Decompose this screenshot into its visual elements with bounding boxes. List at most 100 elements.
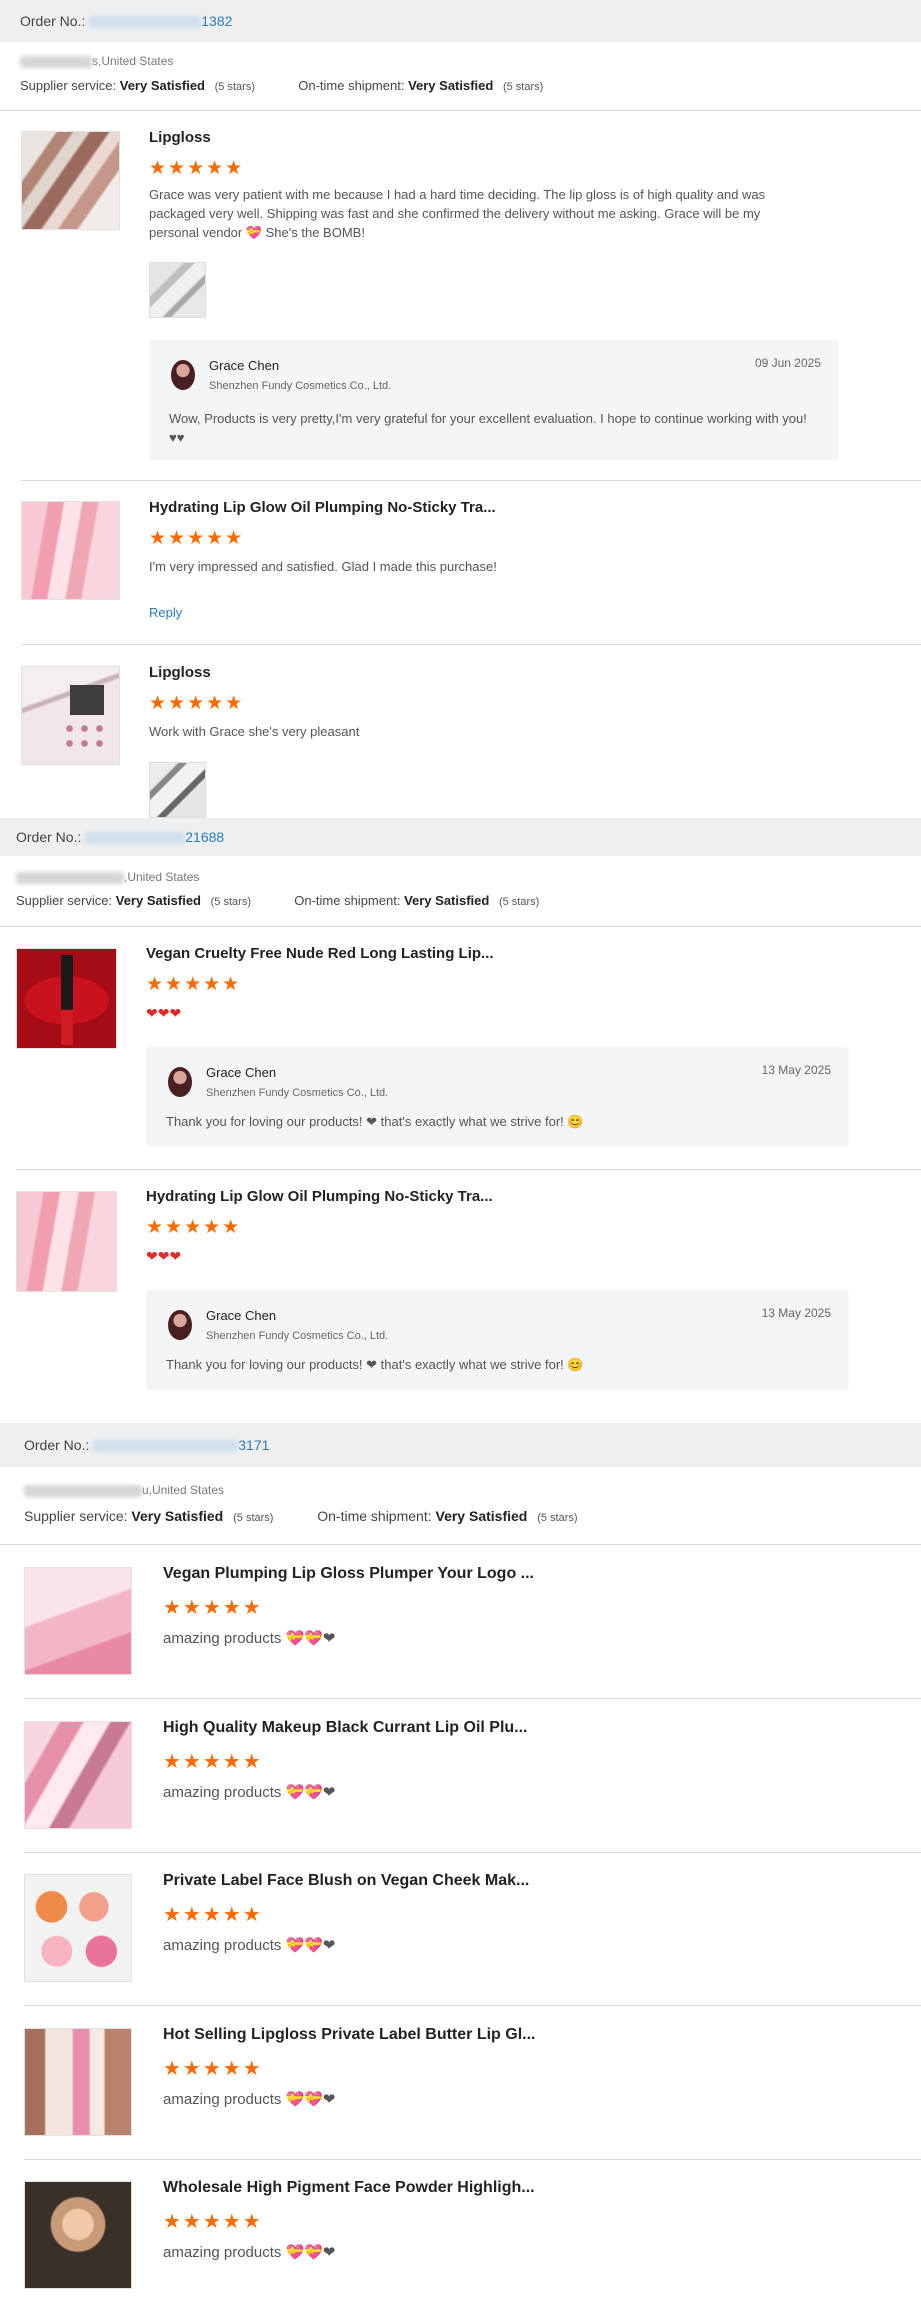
divider [24,1852,921,1853]
lipstick-tube [61,955,73,1045]
seller-company: Shenzhen Fundy Cosmetics Co., Ltd. [206,1087,389,1099]
review-text: amazing products 💝💝❤ [163,2091,336,2108]
product-title[interactable]: Vegan Cruelty Free Nude Red Long Lasting… [146,945,494,962]
buyer-location: u,United States [24,1483,224,1497]
location-text: ,United States [124,870,200,884]
order-number-label: Order No.: 1382 [20,13,232,29]
product-title[interactable]: Lipgloss [149,129,211,146]
rating-stars: ★★★★★ [149,528,245,549]
shipment-value: Very Satisfied [408,78,494,93]
review-text: Grace was very patient with me because I… [149,187,766,240]
rating-stars: ★★★★★ [146,974,242,995]
product-thumbnail[interactable] [24,2028,132,2136]
shipment-stars: (5 stars) [498,896,540,908]
order-number-link[interactable]: 3171 [238,1437,269,1453]
product-thumbnail[interactable] [24,1721,132,1829]
buyer-location: ,United States [16,870,199,884]
product-thumbnail[interactable] [16,948,117,1049]
order-block-3: Order No.: 3171 u,United States Supplier… [0,1423,921,2302]
reply-date: 09 Jun 2025 [754,356,821,370]
location-text: u,United States [142,1483,225,1497]
rating-stars: ★★★★★ [163,1597,263,1619]
supplier-service-value: Very Satisfied [119,78,206,93]
product-thumbnail[interactable] [24,2181,132,2289]
review-text: amazing products 💝💝❤ [163,1937,336,1954]
review-photo[interactable] [149,262,206,318]
order-block-2: Order No.: 21688 ,United States Supplier… [0,818,921,1411]
shipment-value: Very Satisfied [435,1508,528,1524]
redacted-buyer-name [24,1484,142,1497]
product-title[interactable]: Private Label Face Blush on Vegan Cheek … [163,1872,529,1890]
palette-mirror [70,685,104,715]
rating-stars: ★★★★★ [149,693,245,714]
product-thumbnail[interactable] [24,1874,132,1982]
rating-stars: ★★★★★ [149,158,245,179]
product-title[interactable]: Hydrating Lip Glow Oil Plumping No-Stick… [146,1188,493,1205]
rating-stars: ★★★★★ [163,2211,263,2233]
divider [24,1698,921,1699]
seller-reply: Grace Chen Shenzhen Fundy Cosmetics Co.,… [149,340,839,460]
order-number-link[interactable]: 1382 [201,13,232,29]
rating-stars: ★★★★★ [163,2058,263,2080]
product-title[interactable]: High Quality Makeup Black Currant Lip Oi… [163,1719,528,1737]
product-title[interactable]: Wholesale High Pigment Face Powder Highl… [163,2179,535,2197]
shipment-label: On-time shipment: [294,893,401,908]
order-header: Order No.: 21688 [0,818,921,856]
product-thumbnail[interactable] [21,501,120,600]
divider [24,2159,921,2160]
reply-message: Wow, Products is very pretty,I'm very gr… [169,411,807,445]
product-title[interactable]: Hot Selling Lipgloss Private Label Butte… [163,2026,536,2044]
review-photo[interactable] [149,762,206,818]
reply-link[interactable]: Reply [149,605,182,620]
seller-avatar [168,1310,192,1340]
seller-reply: Grace Chen Shenzhen Fundy Cosmetics Co.,… [146,1290,849,1390]
review-text: Work with Grace she's very pleasant [149,724,360,739]
seller-reply: Grace Chen Shenzhen Fundy Cosmetics Co.,… [146,1047,849,1147]
redacted-order-digits [85,832,186,845]
product-title[interactable]: Vegan Plumping Lip Gloss Plumper Your Lo… [163,1565,534,1583]
order-label: Order No.: [24,1437,90,1453]
supplier-service-stars: (5 stars) [233,1512,274,1524]
supplier-service-label: Supplier service: [24,1508,128,1524]
redacted-order-digits [93,1440,239,1453]
product-thumbnail[interactable] [21,666,120,765]
palette-pans [62,721,108,751]
divider [16,1169,921,1170]
supplier-service-value: Very Satisfied [131,1508,224,1524]
product-thumbnail[interactable] [24,1567,132,1675]
review-text: amazing products 💝💝❤ [163,1630,336,1647]
order-header: Order No.: 3171 [0,1423,921,1467]
order-block-1: Order No.: 1382 s,United States Supplier… [0,0,921,818]
order-number-label: Order No.: 3171 [24,1437,269,1453]
order-header: Order No.: 1382 [0,0,921,42]
product-thumbnail[interactable] [21,131,120,230]
order-ratings: Supplier service: Very Satisfied (5 star… [20,78,543,93]
supplier-service-stars: (5 stars) [214,81,255,93]
product-title[interactable]: Hydrating Lip Glow Oil Plumping No-Stick… [149,499,496,516]
supplier-service-value: Very Satisfied [115,893,202,908]
product-thumbnail[interactable] [16,1191,117,1292]
order-ratings: Supplier service: Very Satisfied (5 star… [24,1508,578,1524]
redacted-buyer-name [16,871,124,884]
divider [0,1544,921,1545]
shipment-stars: (5 stars) [502,81,544,93]
order-ratings: Supplier service: Very Satisfied (5 star… [16,893,539,908]
reply-message: Thank you for loving our products! ❤ tha… [166,1357,584,1372]
supplier-service-stars: (5 stars) [210,896,251,908]
shipment-stars: (5 stars) [537,1512,578,1524]
rating-stars: ★★★★★ [163,1904,263,1926]
order-number-link[interactable]: 21688 [185,829,224,845]
order-label: Order No.: [20,13,86,29]
reply-date: 13 May 2025 [761,1306,831,1320]
divider [21,480,921,481]
review-text: amazing products 💝💝❤ [163,2244,336,2261]
shipment-value: Very Satisfied [404,893,490,908]
supplier-service-label: Supplier service: [16,893,113,908]
seller-name: Grace Chen [206,1065,277,1080]
reply-message: Thank you for loving our products! ❤ tha… [166,1114,584,1129]
divider [21,644,921,645]
product-title[interactable]: Lipgloss [149,664,211,681]
divider [24,2005,921,2006]
review-text: amazing products 💝💝❤ [163,1784,336,1801]
seller-name: Grace Chen [209,358,280,373]
